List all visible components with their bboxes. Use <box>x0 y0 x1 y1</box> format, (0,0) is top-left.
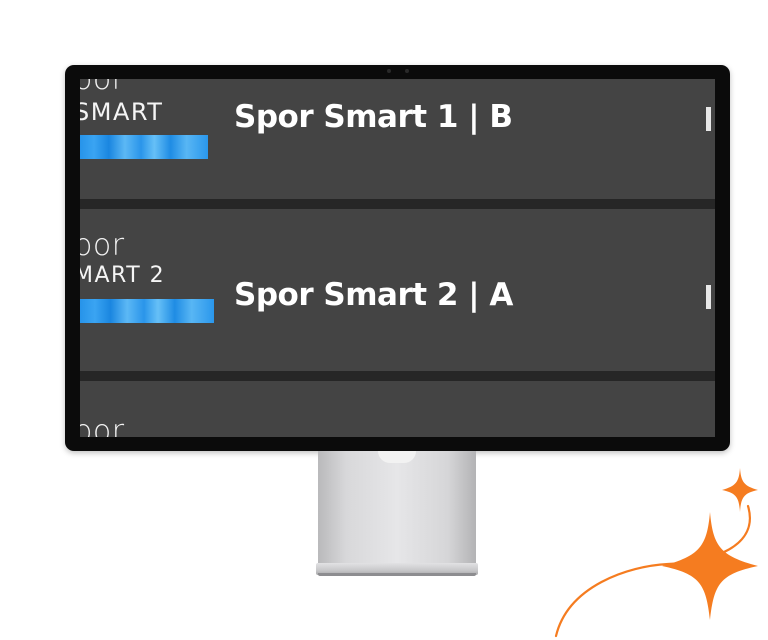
monitor: oor SMART Spor Smart 1 | B oor MART 2 Sp… <box>65 65 730 451</box>
monitor-stand-hinge <box>378 451 416 463</box>
logo-spor-text: oor <box>80 79 125 97</box>
channel-row[interactable]: oor SMART Spor Smart 1 | B <box>80 79 715 199</box>
logo-blue-bar <box>80 299 214 323</box>
cut-off-text <box>706 285 711 309</box>
logo-smart-text: MART 2 <box>80 263 166 288</box>
channel-list-screen: oor SMART Spor Smart 1 | B oor MART 2 Sp… <box>80 79 715 437</box>
channel-logo: oor SMART <box>80 79 214 179</box>
channel-title: Spor Smart 1 | B <box>234 99 513 135</box>
scene: oor SMART Spor Smart 1 | B oor MART 2 Sp… <box>0 0 768 640</box>
cut-off-text <box>706 107 711 131</box>
channel-row[interactable]: oor <box>80 381 715 437</box>
channel-logo: oor <box>80 381 214 438</box>
logo-spor-text: oor <box>80 414 125 438</box>
channel-row[interactable]: oor MART 2 Spor Smart 2 | A <box>80 209 715 371</box>
camera <box>386 68 409 73</box>
large-star <box>662 512 758 620</box>
logo-smart-text: SMART <box>80 98 164 126</box>
logo-spor-text: oor <box>80 228 125 263</box>
logo-blue-bar <box>80 135 208 159</box>
monitor-stand-foot-edge <box>318 573 476 576</box>
channel-title: Spor Smart 2 | A <box>234 277 513 313</box>
small-star <box>722 468 758 512</box>
channel-logo: oor MART 2 <box>80 209 214 323</box>
monitor-stand-neck <box>318 451 476 563</box>
sparkle-icon <box>554 468 758 638</box>
